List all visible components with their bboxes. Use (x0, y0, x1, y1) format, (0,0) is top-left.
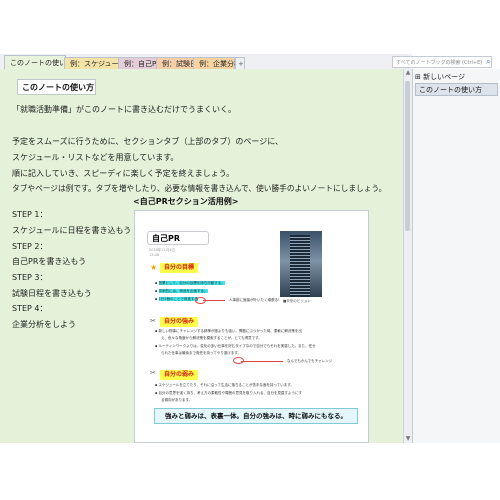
body-line: タブやページは例です。タブを増やしたり、必要な情報を書き込んで、使い勝手のよいノ… (12, 184, 387, 193)
new-page-button[interactable]: ⊞ 新しいページ (415, 71, 495, 83)
goal-bullet-text: 将来的には、商品を企画する。 (158, 289, 208, 293)
tab-how-to-use[interactable]: このノートの使い方 (4, 55, 73, 70)
self-pr-example-image: 自己PR 2016年11月4日 13:48 ★ 自分の目標 ▪ 営業として、自分… (134, 210, 369, 443)
strength-bullet-text: ルーティンワークよりは、変化の多い仕事を好むタイプなので自分でもそれを実感した。… (158, 344, 316, 348)
pin-icon: ✂ (150, 369, 156, 377)
weakness-bullet-text: 目分の意思を強く持ち、考え方の柔軟性や周囲の意見を取り入れる、自分を見直すように… (158, 391, 303, 395)
page-scrollbar[interactable]: ▲ ▼ (403, 69, 412, 443)
building-photo (280, 231, 322, 297)
goal-note: 人事部に面接が叶いたく頑張る! (229, 298, 280, 302)
strength-bullet: ▪ 新しい物事にチャレンジする精神が誰よりも強い。問題にぶつかった時、柔軟に解決… (155, 329, 302, 333)
strength-bullet: られた仕事は最後まで責任を持ってやり遂げます。 (161, 351, 241, 356)
body-line: スケジュール・リストなどを用意しています。 (12, 153, 179, 162)
pin-icon: ✂ (150, 317, 156, 325)
preview-title: 自己PR (147, 231, 209, 245)
strength-bullet-text: られた仕事は最後まで責任を持ってやり遂げます。 (161, 351, 241, 355)
tab-self-pr[interactable]: 例：自己PR (118, 57, 161, 69)
body-line: 順に記入していき、スピーディに楽しく予定を終えましょう。 (12, 169, 235, 178)
step-text: スケジュールに日程を書き込もう (12, 226, 132, 235)
weakness-bullet: ▪ スケジュールを立てたり、それに沿って生活に落ちることが苦手な面を持っています… (155, 383, 294, 387)
body-line: 予定をスムーズに行うために、セクションタブ（上部のタブ）のページに、 (12, 137, 283, 146)
weakness-heading: 自分の弱み (160, 370, 199, 380)
weakness-bullet: る傾向があります。 (161, 398, 192, 403)
goal-bullet-text: 営業として、自分の目標を持ち行動する。 (158, 281, 225, 285)
search-icon[interactable]: ⌕ (486, 57, 495, 66)
goal-bullet-text: 1日1個のことで前進する (158, 297, 198, 301)
weakness-bullet: ▪ 目分の意思を強く持ち、考え方の柔軟性や周囲の意見を取り入れる、自分を見直すよ… (155, 391, 303, 395)
tab-exam-schedule[interactable]: 例：試験日程 (156, 57, 204, 69)
annotation-arrow (241, 361, 283, 362)
intro-line: 「就職活動準備」がこのノートに書き込むだけでうまくいく。 (12, 105, 236, 114)
goal-heading: 自分の目標 (160, 263, 199, 273)
weakness-bullet-text: スケジュールを立てたり、それに沿って生活に落ちることが苦手な面を持っています。 (158, 383, 294, 387)
preview-time: 13:48 (149, 253, 160, 257)
weakness-bullet-text: る傾向があります。 (161, 398, 193, 402)
strength-bullet-text: 新しい物事にチャレンジする精神が誰よりも強い。問題にぶつかった時、柔軟に解決策を… (158, 329, 302, 333)
tab-schedule[interactable]: 例：スケジュール (64, 57, 126, 69)
strength-bullet: ▪ ルーティンワークよりは、変化の多い仕事を好むタイプなので自分でもそれを実感し… (155, 344, 316, 348)
step-text: 自己PRを書き込もう (12, 257, 87, 266)
page-list-item[interactable]: このノートの使い方 (415, 83, 498, 96)
strength-bullet-text: え、色々な角度から解決策を模索することが、とても得意です。 (161, 336, 262, 340)
scroll-up-arrow-icon[interactable]: ▲ (404, 69, 412, 77)
step-text: 企業分析をしよう (12, 320, 76, 329)
goal-bullet: ▪ 1日1個のことで前進する (155, 297, 198, 301)
search-input[interactable]: すべてのノートブックの検索 (Ctrl+E) (392, 56, 492, 68)
page-list-sidebar: ⊞ 新しいページ このノートの使い方 (412, 69, 500, 443)
step-label: STEP 4： (12, 304, 48, 313)
add-section-button[interactable]: + (235, 57, 245, 69)
new-page-icon: ⊞ (415, 73, 421, 81)
strength-bullet: え、色々な角度から解決策を模索することが、とても得意です。 (161, 336, 262, 341)
step-label: STEP 2： (12, 242, 48, 251)
scroll-down-arrow-icon[interactable]: ▼ (404, 435, 412, 443)
step-label: STEP 1： (12, 210, 48, 219)
annotation-arrow (203, 300, 225, 301)
page-title: このノートの使い方 (17, 79, 96, 95)
example-caption: <自己PRセクション活用例> (133, 197, 239, 206)
goal-bullet: ▪ 将来的には、商品を企画する。 (155, 289, 208, 293)
strength-heading: 自分の強み (160, 317, 199, 327)
summary-box: 強みと弱みは、表裏一体。自分の強みは、時に弱みにもなる。 (154, 408, 358, 424)
strength-note: なんでもかんでもチャレンジ (287, 359, 333, 363)
star-icon: ★ (150, 263, 158, 272)
step-label: STEP 3： (12, 273, 48, 282)
window-top-area (0, 0, 500, 54)
tab-company-analysis[interactable]: 例：企業分析 (193, 57, 241, 69)
photo-caption: ■未来のビジョン (283, 299, 311, 303)
goal-bullet: ▪ 営業として、自分の目標を持ち行動する。 (155, 281, 225, 285)
new-page-label: 新しいページ (423, 73, 465, 81)
scrollbar-thumb[interactable] (405, 81, 410, 231)
step-text: 試験日程を書き込もう (12, 289, 92, 298)
